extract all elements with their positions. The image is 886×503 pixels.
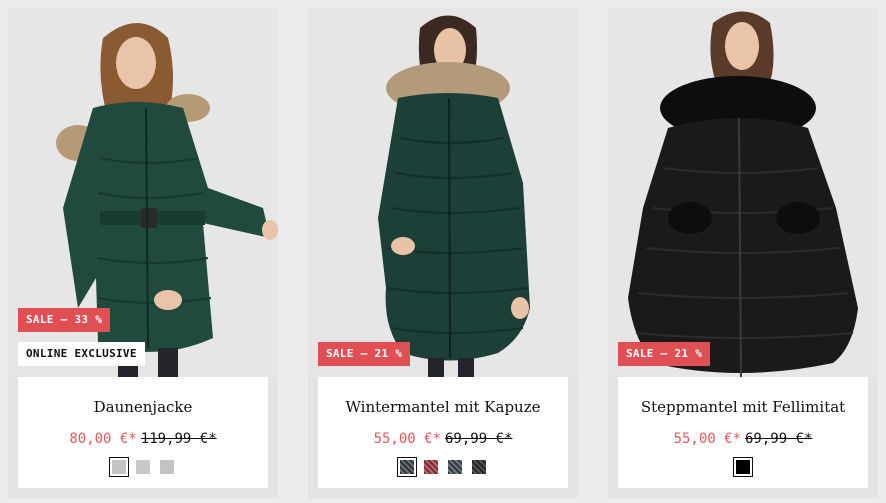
product-photo bbox=[608, 8, 878, 378]
product-price: 55,00 €* 69,99 €* bbox=[618, 431, 868, 447]
product-info: Wintermantel mit Kapuze 55,00 €* 69,99 €* bbox=[318, 377, 568, 488]
product-card[interactable]: SALE – 33 % ONLINE EXCLUSIVE Daunenjacke… bbox=[8, 8, 278, 498]
product-info: Steppmantel mit Fellimitat 55,00 €* 69,99… bbox=[618, 377, 868, 488]
current-price: 55,00 €* bbox=[673, 431, 741, 447]
sale-badge: SALE – 21 % bbox=[318, 342, 411, 366]
original-price: 119,99 €* bbox=[140, 431, 217, 447]
color-swatches bbox=[618, 457, 868, 477]
color-swatch[interactable] bbox=[448, 460, 462, 474]
product-name[interactable]: Wintermantel mit Kapuze bbox=[318, 398, 568, 416]
color-swatch[interactable] bbox=[136, 460, 150, 474]
product-image[interactable] bbox=[308, 8, 578, 378]
product-price: 55,00 €* 69,99 €* bbox=[318, 431, 568, 447]
product-photo bbox=[308, 8, 578, 378]
product-name[interactable]: Steppmantel mit Fellimitat bbox=[618, 398, 868, 416]
color-swatch[interactable] bbox=[160, 460, 174, 474]
color-swatch[interactable] bbox=[109, 457, 129, 477]
product-price: 80,00 €* 119,99 €* bbox=[18, 431, 268, 447]
sale-badge: SALE – 33 % bbox=[18, 308, 111, 332]
current-price: 55,00 €* bbox=[373, 431, 441, 447]
current-price: 80,00 €* bbox=[69, 431, 137, 447]
original-price: 69,99 €* bbox=[745, 431, 813, 447]
product-name[interactable]: Daunenjacke bbox=[18, 398, 268, 416]
product-card[interactable]: SALE – 21 % Steppmantel mit Fellimitat 5… bbox=[608, 8, 878, 498]
original-price: 69,99 €* bbox=[445, 431, 513, 447]
color-swatch[interactable] bbox=[472, 460, 486, 474]
online-exclusive-badge: ONLINE EXCLUSIVE bbox=[18, 342, 145, 366]
product-image[interactable] bbox=[608, 8, 878, 378]
sale-badge: SALE – 21 % bbox=[618, 342, 711, 366]
color-swatch[interactable] bbox=[397, 457, 417, 477]
color-swatch[interactable] bbox=[733, 457, 753, 477]
color-swatches bbox=[18, 457, 268, 477]
product-card[interactable]: SALE – 21 % Wintermantel mit Kapuze 55,0… bbox=[308, 8, 578, 498]
color-swatch[interactable] bbox=[424, 460, 438, 474]
color-swatches bbox=[318, 457, 568, 477]
product-info: Daunenjacke 80,00 €* 119,99 €* bbox=[18, 377, 268, 488]
